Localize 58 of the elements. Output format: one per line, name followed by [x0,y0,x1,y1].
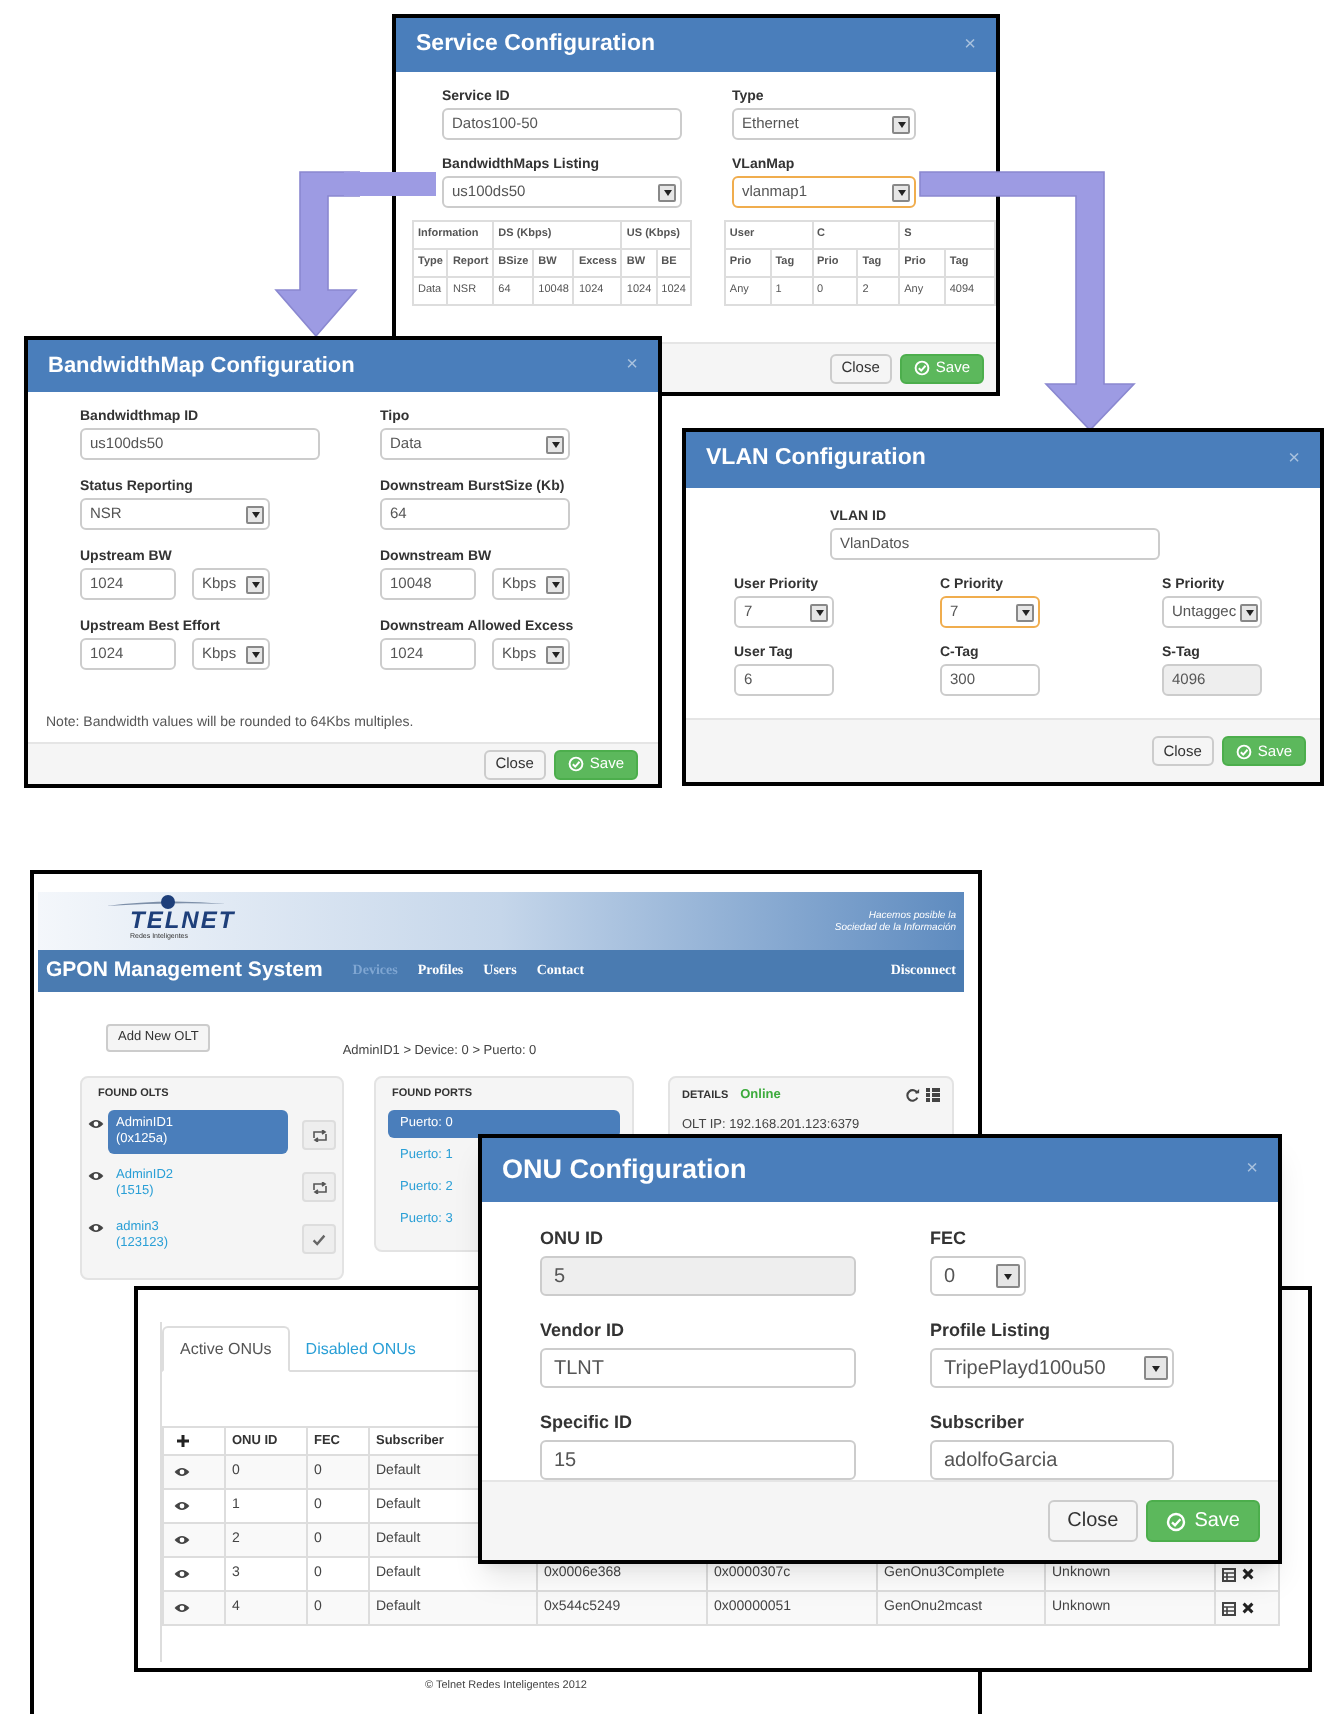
caret-icon [546,435,564,453]
caret-icon [892,115,910,133]
dialog-title: VLAN Configuration [706,444,926,475]
field-label: Profile Listing [930,1320,1053,1342]
caret-icon [996,1264,1020,1288]
check-circle-icon [913,360,930,376]
dropdown[interactable]: 0 [930,1256,1026,1296]
check-icon [312,1233,327,1246]
plus-icon[interactable] [176,1434,190,1448]
caret-icon [892,183,910,201]
table-icon[interactable] [1222,1601,1236,1615]
check-circle-icon [567,756,584,772]
caret-icon [1016,603,1034,621]
caret-icon [246,575,264,593]
dropdown[interactable]: TripePlayd100u50 [930,1348,1174,1388]
olt-action-button[interactable] [302,1224,336,1255]
eye-icon[interactable] [174,1534,190,1546]
eye-icon[interactable] [88,1222,104,1235]
delete-icon[interactable] [1242,1568,1254,1580]
text-field[interactable]: adolfoGarcia [930,1440,1174,1480]
delete-icon[interactable] [1242,1602,1254,1614]
dialog-title: BandwidthMap Configuration [48,351,355,382]
caret-icon [810,603,828,621]
eye-icon[interactable] [174,1568,190,1580]
check-circle-icon [1235,743,1252,759]
check-circle-icon [1166,1511,1187,1531]
dialog-title: Service Configuration [416,29,655,60]
field-label: ONU ID [540,1228,605,1250]
repeat-icon [311,1181,328,1194]
text-field[interactable]: TLNT [540,1348,856,1388]
caret-icon [1144,1356,1168,1380]
logo-text: TELNET [130,910,236,932]
caret-icon [246,505,264,523]
repeat-icon [311,1129,328,1142]
field-label: Specific ID [540,1412,635,1434]
field-label: FEC [930,1228,968,1250]
caret-icon [546,645,564,663]
refresh-icon[interactable] [906,1088,920,1103]
caret-icon [246,645,264,663]
eye-icon[interactable] [174,1466,190,1478]
text-field[interactable]: 15 [540,1440,856,1480]
eye-icon[interactable] [174,1602,190,1614]
field-label: Vendor ID [540,1320,627,1342]
caret-icon [658,183,676,201]
dialog-title: ONU Configuration [502,1151,747,1188]
field-label: Subscriber [930,1412,1027,1434]
caret-icon [1240,603,1259,621]
eye-icon[interactable] [88,1170,104,1183]
olt-action-button[interactable] [302,1120,336,1151]
olt-action-button[interactable] [302,1172,336,1203]
eye-icon[interactable] [174,1500,190,1512]
list-icon[interactable] [926,1088,940,1103]
brand-title: GPON Management System [46,955,323,986]
caret-icon [546,575,564,593]
tab[interactable]: Active ONUs [162,1326,290,1372]
close-button[interactable]: Close [1047,1500,1139,1542]
table-icon[interactable] [1222,1567,1236,1581]
eye-icon[interactable] [88,1118,104,1131]
